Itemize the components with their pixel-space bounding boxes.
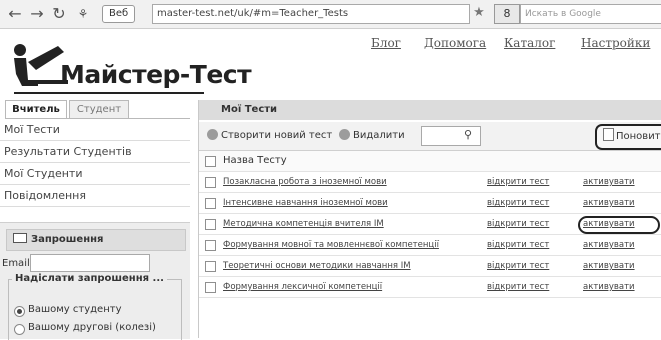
row-checkbox[interactable] <box>205 177 216 188</box>
open-test-link[interactable]: відкрити тест <box>487 235 549 255</box>
radio-colleague[interactable] <box>14 324 25 335</box>
top-link-blog[interactable]: Блог <box>371 36 401 52</box>
delete-label: Видалити <box>353 130 405 141</box>
main-panel: Мої Тести Створити новий тест Видалити ⚲… <box>198 100 661 338</box>
tab-teacher[interactable]: Вчитель <box>5 100 67 118</box>
column-header-name: Назва Тесту <box>223 155 287 166</box>
browser-search-input[interactable]: Искать в Google <box>520 4 661 24</box>
create-test-button[interactable]: Створити новий тест <box>207 128 332 144</box>
select-all-checkbox[interactable] <box>205 156 216 167</box>
search-engine-icon[interactable]: 8 <box>494 4 520 24</box>
row-checkbox[interactable] <box>205 198 216 209</box>
send-invite-legend: Надіслати запрошення ... <box>12 273 167 284</box>
tab-student[interactable]: Студент <box>69 100 129 118</box>
tests-table: Назва Тесту Позакласна робота з іноземно… <box>199 151 661 298</box>
invite-title: Запрошення <box>31 234 104 245</box>
table-row: Формування лексичної компетенції відкрит… <box>199 277 661 298</box>
activate-link[interactable]: активувати <box>583 235 635 255</box>
create-test-label: Створити новий тест <box>221 130 333 141</box>
minus-circle-icon <box>339 129 350 140</box>
table-row: Теоретичні основи методики навчання ІМ в… <box>199 256 661 277</box>
refresh-label: Поновити <box>616 131 661 142</box>
open-test-link[interactable]: відкрити тест <box>487 193 549 213</box>
test-name-link[interactable]: Формування лексичної компетенції <box>223 277 382 297</box>
open-test-link[interactable]: відкрити тест <box>487 214 549 234</box>
bookmark-star-icon[interactable]: ★ <box>471 5 487 21</box>
document-icon <box>603 128 614 141</box>
email-field[interactable] <box>30 254 150 272</box>
table-header-row: Назва Тесту <box>199 151 661 172</box>
browser-toolbar: ← → ↻ ⚘ Веб master-test.net/uk/#m=Teache… <box>0 0 661 29</box>
activate-link[interactable]: активувати <box>583 256 635 276</box>
table-row: Формування мовної та мовленнєвої компете… <box>199 235 661 256</box>
back-icon[interactable]: ← <box>6 5 24 23</box>
sidebar-tabs: Вчитель Студент <box>5 100 190 119</box>
invite-panel: Запрошення Email: Надіслати запрошення .… <box>0 222 190 340</box>
email-label: Email: <box>2 258 34 269</box>
sidebar-menu: Мої Тести Результати Студентів Мої Студе… <box>0 119 190 207</box>
plus-circle-icon <box>207 129 218 140</box>
open-test-link[interactable]: відкрити тест <box>487 172 549 192</box>
envelope-icon <box>13 233 27 243</box>
row-checkbox[interactable] <box>205 282 216 293</box>
sidebar-item-my-students[interactable]: Мої Студенти <box>0 163 190 185</box>
test-name-link[interactable]: Позакласна робота з іноземної мови <box>223 172 387 192</box>
key-icon[interactable]: ⚘ <box>74 5 92 23</box>
delete-button[interactable]: Видалити <box>339 128 405 144</box>
table-row: Позакласна робота з іноземної мови відкр… <box>199 172 661 193</box>
top-link-settings[interactable]: Настройки <box>581 36 650 52</box>
open-test-link[interactable]: відкрити тест <box>487 256 549 276</box>
invite-header: Запрошення <box>6 229 186 251</box>
tests-toolbar: Створити новий тест Видалити ⚲ Поновити <box>199 122 661 151</box>
reload-icon[interactable]: ↻ <box>50 5 68 23</box>
test-name-link[interactable]: Інтенсивне навчання іноземної мови <box>223 193 388 213</box>
logo-text: Майстер-Тест <box>60 60 252 89</box>
site-logo[interactable]: Майстер-Тест <box>8 40 252 94</box>
top-link-help[interactable]: Допомога <box>424 36 486 52</box>
main-header: Мої Тести <box>199 100 661 120</box>
page-title: Мої Тести <box>221 104 278 115</box>
top-link-catalog[interactable]: Каталог <box>504 36 555 52</box>
row-checkbox[interactable] <box>205 261 216 272</box>
radio-student-label: Вашому студенту <box>28 304 122 315</box>
site-identity-badge[interactable]: Веб <box>102 5 136 23</box>
table-row: Інтенсивне навчання іноземної мови відкр… <box>199 193 661 214</box>
sidebar-item-my-tests[interactable]: Мої Тести <box>0 119 190 141</box>
activate-link[interactable]: активувати <box>583 172 635 192</box>
radio-colleague-label: Вашому другові (колезі) <box>28 322 156 333</box>
table-row: Методична компетенція вчителя ІМ відкрит… <box>199 214 661 235</box>
sidebar-item-student-results[interactable]: Результати Студентів <box>0 141 190 163</box>
highlight-circle <box>578 216 660 234</box>
radio-student[interactable] <box>14 306 25 317</box>
logo-underline <box>14 92 204 94</box>
test-name-link[interactable]: Формування мовної та мовленнєвої компете… <box>223 235 439 255</box>
activate-link[interactable]: активувати <box>583 277 635 297</box>
open-test-link[interactable]: відкрити тест <box>487 277 549 297</box>
forward-icon[interactable]: → <box>28 5 46 23</box>
search-icon[interactable]: ⚲ <box>461 128 475 142</box>
row-checkbox[interactable] <box>205 240 216 251</box>
test-name-link[interactable]: Теоретичні основи методики навчання ІМ <box>223 256 411 276</box>
test-name-link[interactable]: Методична компетенція вчителя ІМ <box>223 214 384 234</box>
activate-link[interactable]: активувати <box>583 193 635 213</box>
refresh-button[interactable]: Поновити <box>595 124 661 150</box>
sidebar-item-messages[interactable]: Повідомлення <box>0 185 190 207</box>
address-bar[interactable]: master-test.net/uk/#m=Teacher_Tests <box>152 4 470 24</box>
row-checkbox[interactable] <box>205 219 216 230</box>
